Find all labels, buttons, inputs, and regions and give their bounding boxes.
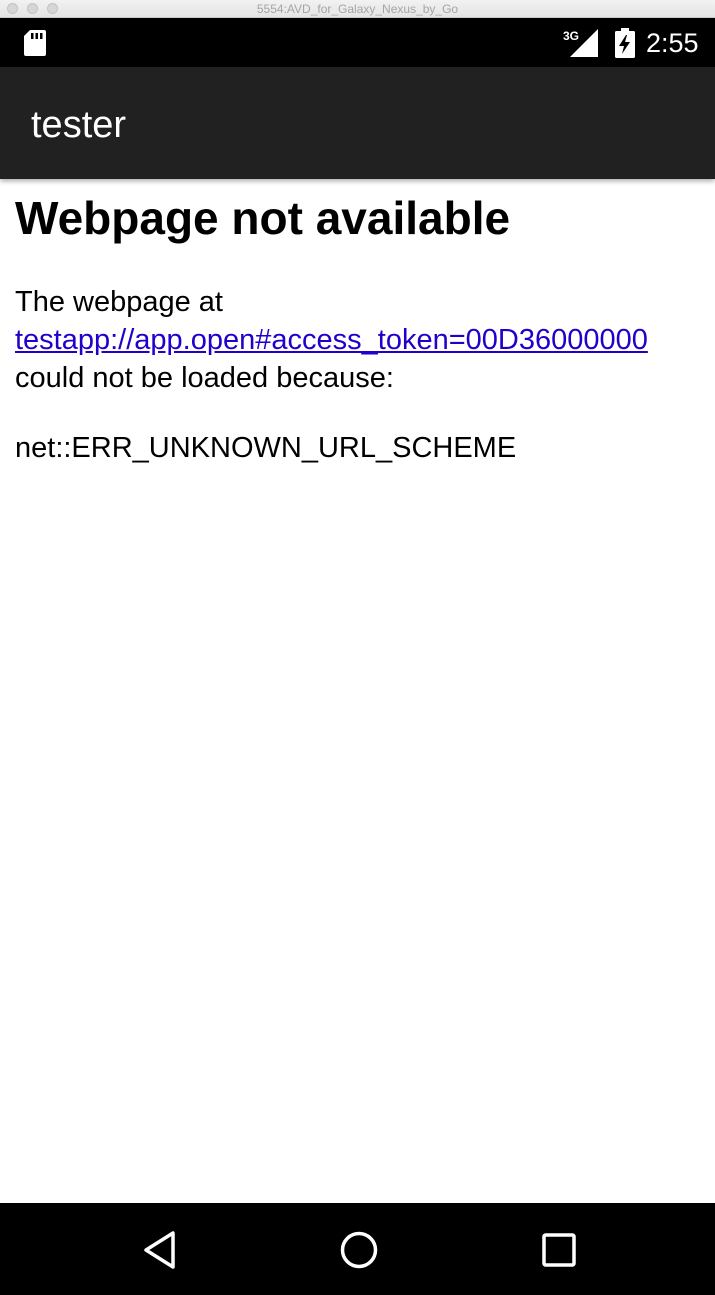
failed-url-link[interactable]: testapp://app.open#access_token=00D36000… xyxy=(15,321,715,359)
error-message: The webpage at testapp://app.open#access… xyxy=(15,283,715,397)
error-reason-text: could not be loaded because: xyxy=(15,362,394,394)
error-heading: Webpage not available xyxy=(15,192,511,244)
emulator-screen: 5554:AVD_for_Galaxy_Nexus_by_Go 3G 2:55 … xyxy=(0,0,715,1295)
navigation-bar xyxy=(0,1203,715,1295)
app-title: tester xyxy=(31,104,127,146)
window-title: 5554:AVD_for_Galaxy_Nexus_by_Go xyxy=(256,2,459,16)
error-code: net::ERR_UNKNOWN_URL_SCHEME xyxy=(15,432,517,464)
recents-icon[interactable] xyxy=(536,1227,582,1273)
home-icon[interactable] xyxy=(336,1227,382,1273)
sd-card-icon xyxy=(24,30,46,56)
error-intro-text: The webpage at xyxy=(15,286,223,318)
status-bar-clock: 2:55 xyxy=(646,28,699,58)
emulator-window-titlebar: 5554:AVD_for_Galaxy_Nexus_by_Go xyxy=(0,0,715,18)
signal-3g-icon: 3G xyxy=(563,29,598,57)
back-icon[interactable] xyxy=(137,1227,183,1273)
battery-charging-icon xyxy=(615,28,635,58)
webview-content[interactable]: Webpage not available The webpage at tes… xyxy=(0,179,715,1203)
network-type-label: 3G xyxy=(563,29,579,43)
status-bar: 3G 2:55 xyxy=(0,18,715,67)
action-bar: tester xyxy=(0,67,715,179)
